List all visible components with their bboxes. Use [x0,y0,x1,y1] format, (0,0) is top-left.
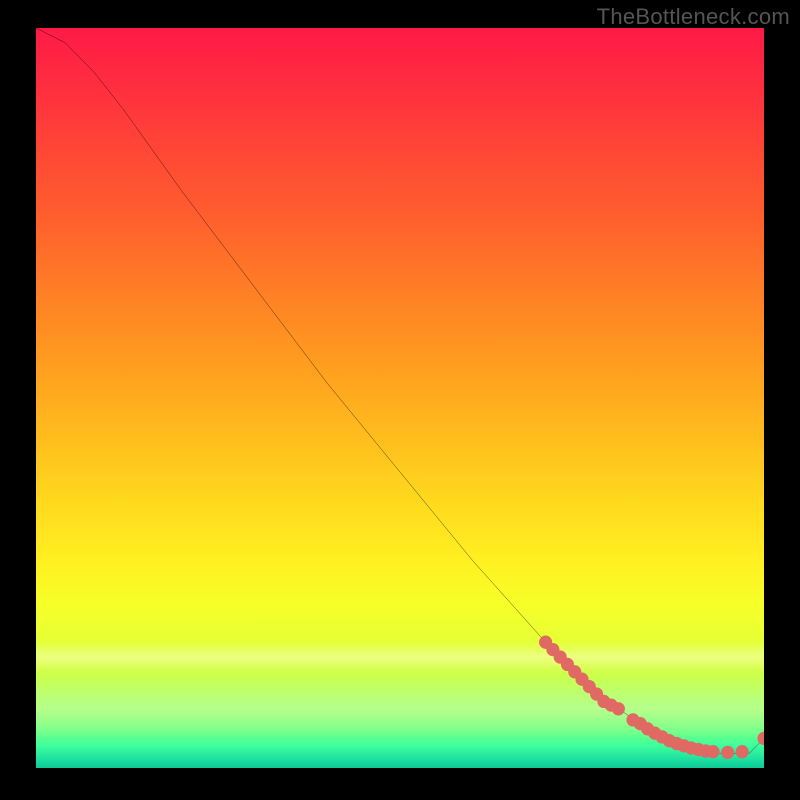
marker-point [757,732,764,745]
chart-frame: TheBottleneck.com [0,0,800,800]
marker-point [721,746,734,759]
marker-point [736,745,749,758]
marker-point [706,745,719,758]
chart-svg [36,28,764,768]
curve-bottleneck-curve [36,28,764,753]
watermark-text: TheBottleneck.com [597,4,790,30]
marker-point [612,702,625,715]
